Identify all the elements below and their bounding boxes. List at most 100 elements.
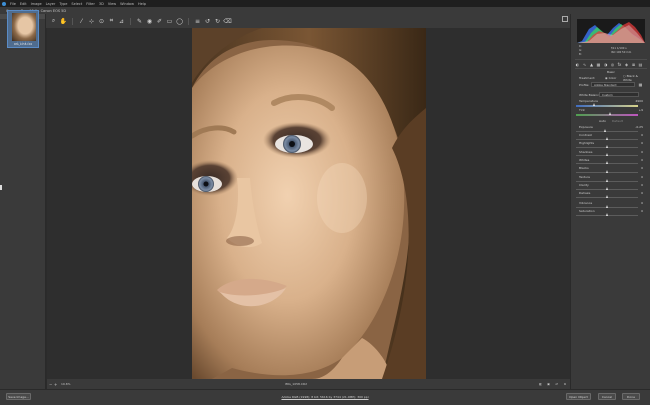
red-eye-tool-icon[interactable]: ◉ [146, 18, 153, 25]
zoom-in-icon[interactable]: + [54, 382, 57, 387]
exposure-info-1: f/11 1/100 s [611, 47, 627, 50]
zoom-out-icon[interactable]: − [49, 382, 52, 387]
slider-value[interactable]: 0 [641, 209, 643, 213]
save-image-button[interactable]: Save Image... [6, 393, 31, 400]
trash-icon[interactable]: ⌫ [223, 18, 231, 25]
profile-browser-icon[interactable]: ▦ [638, 82, 643, 87]
snapshots-tab-icon[interactable]: ▤ [638, 62, 643, 67]
fullscreen-toggle-icon[interactable] [562, 16, 568, 22]
menu-file[interactable]: File [10, 2, 16, 6]
hand-tool-icon[interactable]: ✋ [60, 18, 67, 25]
swap-settings-icon[interactable]: ⇄ [555, 382, 558, 386]
zoom-level[interactable]: 19.6% [61, 382, 71, 386]
slider-knob[interactable] [605, 161, 608, 165]
detail-tab-icon[interactable]: ▲ [589, 62, 594, 67]
spot-removal-tool-icon[interactable]: ✎ [136, 18, 143, 25]
workflow-options-link[interactable]: Adobe RGB (1998); 8 bit; 5616 by 3744 (2… [255, 395, 395, 399]
menu-view[interactable]: View [108, 2, 116, 6]
slider-value[interactable]: 0 [641, 191, 643, 195]
slider-knob[interactable] [605, 144, 608, 148]
pupil-left [203, 181, 209, 187]
slider-track[interactable] [576, 194, 638, 198]
preview-photo[interactable] [192, 28, 426, 379]
menu-edit[interactable]: Edit [20, 2, 27, 6]
slider-value[interactable]: 0 [641, 183, 643, 187]
menu-image[interactable]: Image [31, 2, 42, 6]
slider-value[interactable]: 0 [641, 175, 643, 179]
zoom-tool-icon[interactable]: ⌕ [50, 17, 57, 25]
menu-layer[interactable]: Layer [46, 2, 56, 6]
temperature-slider-knob[interactable] [593, 103, 596, 106]
hsl-tab-icon[interactable]: ▦ [596, 62, 601, 67]
open-object-button[interactable]: Open Object [566, 393, 591, 400]
done-button[interactable]: Done [622, 393, 640, 400]
rotate-left-icon[interactable]: ↺ [204, 18, 211, 25]
cancel-button[interactable]: Cancel [598, 393, 616, 400]
treatment-row: Treatment: ◉ Color ○ Black & White [575, 74, 647, 82]
profile-dropdown[interactable]: Adobe Standard [591, 82, 635, 87]
portrait-image [192, 28, 426, 379]
slider-value[interactable]: 0 [641, 158, 643, 162]
slider-knob[interactable] [604, 128, 607, 132]
tint-slider[interactable] [576, 112, 638, 116]
menu-3d[interactable]: 3D [99, 2, 104, 6]
slider-value[interactable]: 0 [641, 133, 643, 137]
straighten-tool-icon[interactable]: ⊿ [118, 18, 125, 25]
slider-track[interactable] [576, 212, 638, 216]
slider-row-clarity: Clarity 0 [575, 182, 647, 188]
temperature-value[interactable]: 4900 [635, 99, 643, 103]
targeted-adjustment-tool-icon[interactable]: ⊙ [98, 18, 105, 25]
split-toning-tab-icon[interactable]: ◑ [603, 62, 608, 67]
basic-tab-icon[interactable]: ◐ [575, 62, 580, 67]
slider-value[interactable]: 0 [641, 141, 643, 145]
radial-filter-tool-icon[interactable]: ◯ [176, 18, 183, 25]
effects-tab-icon[interactable]: fx [617, 62, 622, 67]
before-after-icon[interactable]: ◧ [539, 382, 542, 386]
slider-knob[interactable] [605, 212, 608, 216]
calibration-tab-icon[interactable]: ◈ [624, 62, 629, 67]
rotate-right-icon[interactable]: ↻ [214, 18, 221, 25]
treatment-bw-radio[interactable]: ○ Black & White [623, 74, 647, 82]
slider-knob[interactable] [605, 153, 608, 157]
slider-knob[interactable] [605, 204, 608, 208]
graduated-filter-tool-icon[interactable]: ▭ [166, 18, 173, 25]
slider-label: Highlights [579, 141, 595, 146]
slider-value[interactable]: 0 [641, 166, 643, 170]
color-sampler-tool-icon[interactable]: ⊹ [88, 18, 95, 25]
menu-select[interactable]: Select [71, 2, 82, 6]
crop-tool-icon[interactable]: ⌗ [108, 17, 115, 25]
adjustment-brush-tool-icon[interactable]: ✐ [156, 18, 163, 25]
white-balance-tool-icon[interactable]: ⁄ [78, 18, 85, 25]
tone-curve-tab-icon[interactable]: ∿ [582, 62, 587, 67]
treatment-color-radio[interactable]: ◉ Color [605, 76, 616, 80]
tint-value[interactable]: +9 [639, 108, 643, 112]
slider-knob[interactable] [605, 186, 608, 190]
slider-value[interactable]: 0 [641, 150, 643, 154]
toggle-view-icon[interactable]: ▣ [547, 382, 550, 386]
tint-slider-knob[interactable] [608, 112, 611, 115]
copy-settings-icon[interactable]: ⧉ [564, 382, 566, 386]
slider-knob[interactable] [605, 194, 608, 198]
pupil-right [289, 141, 295, 147]
white-balance-dropdown[interactable]: Custom [599, 92, 639, 97]
slider-track[interactable] [576, 169, 638, 173]
filmstrip-collapse-handle[interactable] [0, 185, 2, 190]
menu-type[interactable]: Type [59, 2, 67, 6]
menu-filter[interactable]: Filter [86, 2, 95, 6]
menu-bar: File Edit Image Layer Type Select Filter… [0, 0, 650, 7]
slider-knob[interactable] [605, 178, 608, 182]
rgb-readout-b: B: [579, 53, 582, 56]
slider-value[interactable]: -0.25 [635, 125, 643, 129]
histogram-graph [577, 22, 645, 43]
menu-help[interactable]: Help [138, 2, 146, 6]
preferences-icon[interactable]: ≡ [194, 18, 201, 25]
slider-value[interactable]: 0 [641, 201, 643, 205]
default-link[interactable]: Default [612, 119, 623, 123]
lens-tab-icon[interactable]: ◎ [610, 62, 615, 67]
slider-knob[interactable] [605, 136, 608, 140]
presets-tab-icon[interactable]: ≣ [631, 62, 636, 67]
auto-link[interactable]: Auto [599, 119, 606, 123]
filmstrip-thumbnail[interactable]: • • • • • IMG_1058.CR2 [7, 10, 39, 48]
menu-window[interactable]: Window [120, 2, 134, 6]
slider-knob[interactable] [605, 169, 608, 173]
